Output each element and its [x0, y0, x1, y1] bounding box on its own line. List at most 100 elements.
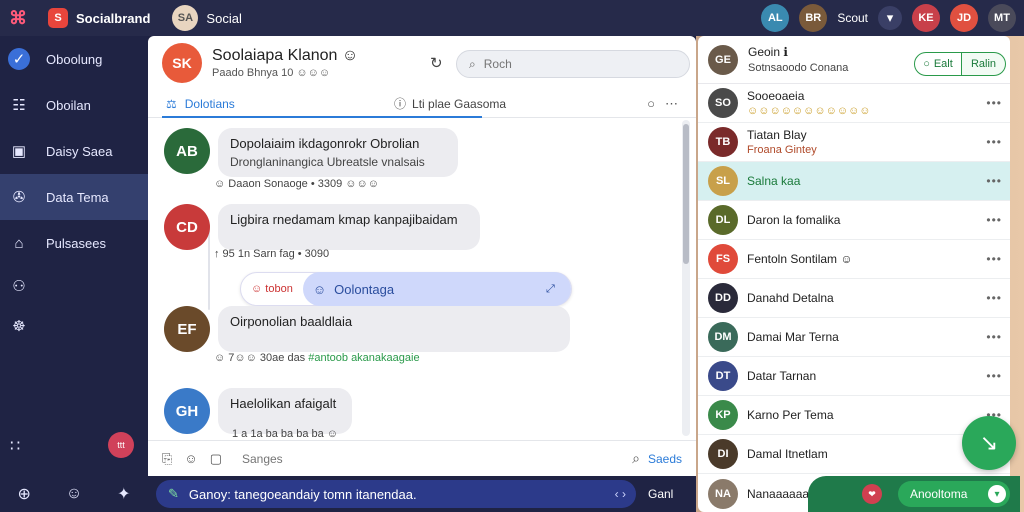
- reply-avatar-icon: ☺: [312, 281, 327, 297]
- top-avatar-2[interactable]: BR: [799, 4, 828, 32]
- reply-source: ☺ tobon: [251, 283, 293, 295]
- contact-avatar: DT: [708, 361, 738, 391]
- top-right-name[interactable]: Scout: [837, 11, 868, 25]
- sidebar-item-pulsasees[interactable]: ⌂ Pulsasees: [0, 220, 148, 266]
- message-avatar[interactable]: CD: [164, 204, 210, 250]
- contact-row-active[interactable]: SL Salna kaa •••: [698, 162, 1010, 201]
- contact-avatar: DM: [708, 322, 738, 352]
- contact-row[interactable]: SO Sooeoaeia ☺☺☺☺☺☺☺☺☺☺☺ •••: [698, 84, 1010, 123]
- chat-search[interactable]: ⌕: [456, 50, 690, 78]
- contact-header-sub: Sotnsaoodo Conana: [748, 62, 849, 74]
- message: EF Oirponolian baaldlaia: [164, 306, 570, 352]
- info-icon: ⓘ: [394, 97, 407, 111]
- message-bubble[interactable]: Ligbira rnedamam kmap kanpajibaidam: [218, 204, 480, 250]
- emoji-icon[interactable]: ☺: [184, 451, 197, 466]
- top-avatar-1[interactable]: AL: [761, 4, 790, 32]
- search-icon[interactable]: ⌕: [632, 450, 640, 467]
- composer: ⎘ ☺ ▢ ⌕ Saeds: [148, 440, 696, 476]
- dropdown-icon[interactable]: ▾: [878, 6, 902, 30]
- attach-icon[interactable]: ⎘: [162, 451, 172, 467]
- more-icon[interactable]: ⋯: [665, 96, 678, 112]
- chat-header: SK Soolaiapa Klanon ☺ Paado Bhnya 10 ☺☺☺…: [148, 36, 696, 90]
- meta-text: ☺ 7☺☺ 30ae das: [214, 352, 306, 364]
- more-icon[interactable]: •••: [986, 252, 1002, 266]
- tab-icon: ⚖: [166, 96, 177, 111]
- top-avatar-5[interactable]: MT: [988, 4, 1016, 32]
- search-input[interactable]: [483, 57, 664, 71]
- add-icon[interactable]: ⊕: [17, 484, 30, 504]
- more-icon[interactable]: •••: [986, 291, 1002, 305]
- more-icon[interactable]: •••: [986, 174, 1002, 188]
- scrollbar-thumb[interactable]: [683, 124, 689, 264]
- refresh-icon[interactable]: ↻: [430, 54, 443, 72]
- settings-icon: ☸: [12, 318, 26, 335]
- sidebar-item-oboilan[interactable]: ☷ Oboilan: [0, 82, 148, 128]
- scrollbar[interactable]: [682, 120, 690, 436]
- contact-row[interactable]: DT Datar Tarnan •••: [698, 357, 1010, 396]
- message-bubble[interactable]: Oirponolian baaldlaia: [218, 306, 570, 352]
- more-icon[interactable]: •••: [986, 330, 1002, 344]
- bottom-input-text: Ganoy: tanegoeandaiy tomn itanendaa.: [188, 486, 417, 502]
- circle-icon: ○: [923, 58, 930, 70]
- emoji-icon[interactable]: ☺: [66, 485, 82, 503]
- message-text: Dronglaninangica Ubreatsle vnalsais: [230, 155, 425, 169]
- bottom-send-button[interactable]: Ganl: [648, 487, 673, 501]
- sidebar-item-data-tema[interactable]: ✇ Data Tema: [0, 174, 148, 220]
- contact-row[interactable]: DL Daron la fomalika •••: [698, 201, 1010, 240]
- contact-avatar: SO: [708, 88, 738, 118]
- pen-icon: ✎: [168, 486, 179, 501]
- sidebar-item-users[interactable]: ⚇: [0, 266, 148, 306]
- contact-row[interactable]: DD Danahd Detalna •••: [698, 279, 1010, 318]
- sidebar-item-oboolung[interactable]: ✓ Oboolung: [0, 36, 148, 82]
- chat-subtitle: Paado Bhnya 10 ☺☺☺: [212, 67, 331, 79]
- current-user[interactable]: SA Social: [172, 5, 242, 31]
- sidebar-item-daisy[interactable]: ▣ Daisy Saea: [0, 128, 148, 174]
- list-icon: ☷: [12, 97, 26, 114]
- message-bubble[interactable]: Dopolaiaim ikdagonrokr Obrolian Dronglan…: [218, 128, 458, 177]
- top-avatar-3[interactable]: KE: [912, 4, 940, 32]
- more-icon[interactable]: •••: [986, 96, 1002, 110]
- contact-row[interactable]: KP Karno Per Tema •••: [698, 396, 1010, 435]
- user-name: Social: [206, 10, 242, 26]
- sparkle-icon[interactable]: ✦: [117, 484, 130, 504]
- message-avatar[interactable]: EF: [164, 306, 210, 352]
- more-button[interactable]: Ralin: [962, 52, 1006, 76]
- tab-dolotians[interactable]: ⚖ Dolotians: [166, 97, 235, 111]
- contact-avatar: DL: [708, 205, 738, 235]
- hashtag-link[interactable]: #antoob akanakaagaie: [308, 352, 419, 364]
- message-avatar[interactable]: GH: [164, 388, 210, 434]
- compose-fab-button[interactable]: ↘: [962, 416, 1016, 470]
- more-icon[interactable]: •••: [986, 369, 1002, 383]
- contact-sub: ☺☺☺☺☺☺☺☺☺☺☺: [747, 105, 871, 117]
- notification-badge[interactable]: ttt: [108, 432, 134, 458]
- contact-name: Sooeoaeia: [747, 89, 805, 103]
- user-avatar: SA: [172, 5, 199, 31]
- file-icon[interactable]: ▢: [210, 451, 222, 467]
- bottom-input[interactable]: ✎ Ganoy: tanegoeandaiy tomn itanendaa. ‹…: [156, 480, 636, 508]
- reply-pill[interactable]: ☺ tobon ☺ Oolontaga ⤢: [240, 272, 572, 306]
- follow-button[interactable]: ○ Ealt: [914, 52, 962, 76]
- app-logo-icon[interactable]: ⌘: [0, 0, 36, 36]
- contact-row[interactable]: FS Fentoln Sontilam ☺ •••: [698, 240, 1010, 279]
- sidebar-item-settings[interactable]: ☸: [0, 306, 148, 346]
- chat-avatar[interactable]: SK: [162, 43, 202, 83]
- expand-icon[interactable]: ⤢: [546, 283, 555, 296]
- message-avatar[interactable]: AB: [164, 128, 210, 174]
- nav-arrows-icon[interactable]: ‹ ›: [615, 487, 626, 501]
- chevron-down-icon[interactable]: ▾: [988, 485, 1006, 503]
- contact-name: Karno Per Tema: [747, 408, 834, 422]
- tab-info[interactable]: ⓘ Lti plae Gaasoma: [394, 95, 506, 112]
- heart-badge-icon[interactable]: ❤: [862, 484, 882, 504]
- top-avatar-4[interactable]: JD: [950, 4, 978, 32]
- more-icon[interactable]: •••: [986, 135, 1002, 149]
- status-pill-button[interactable]: Anooltoma ▾: [898, 481, 1010, 507]
- more-icon[interactable]: •••: [986, 213, 1002, 227]
- comment-icon[interactable]: ○: [647, 96, 655, 112]
- contact-row[interactable]: TB Tiatan Blay Froana Gintey •••: [698, 123, 1010, 162]
- grid-icon[interactable]: ∷: [10, 436, 20, 456]
- message-input[interactable]: [241, 451, 592, 466]
- message-text: Haelolikan afaigalt: [230, 396, 337, 411]
- send-button[interactable]: Saeds: [648, 452, 682, 466]
- contact-avatar[interactable]: GE: [708, 44, 738, 75]
- contact-row[interactable]: DM Damai Mar Terna •••: [698, 318, 1010, 357]
